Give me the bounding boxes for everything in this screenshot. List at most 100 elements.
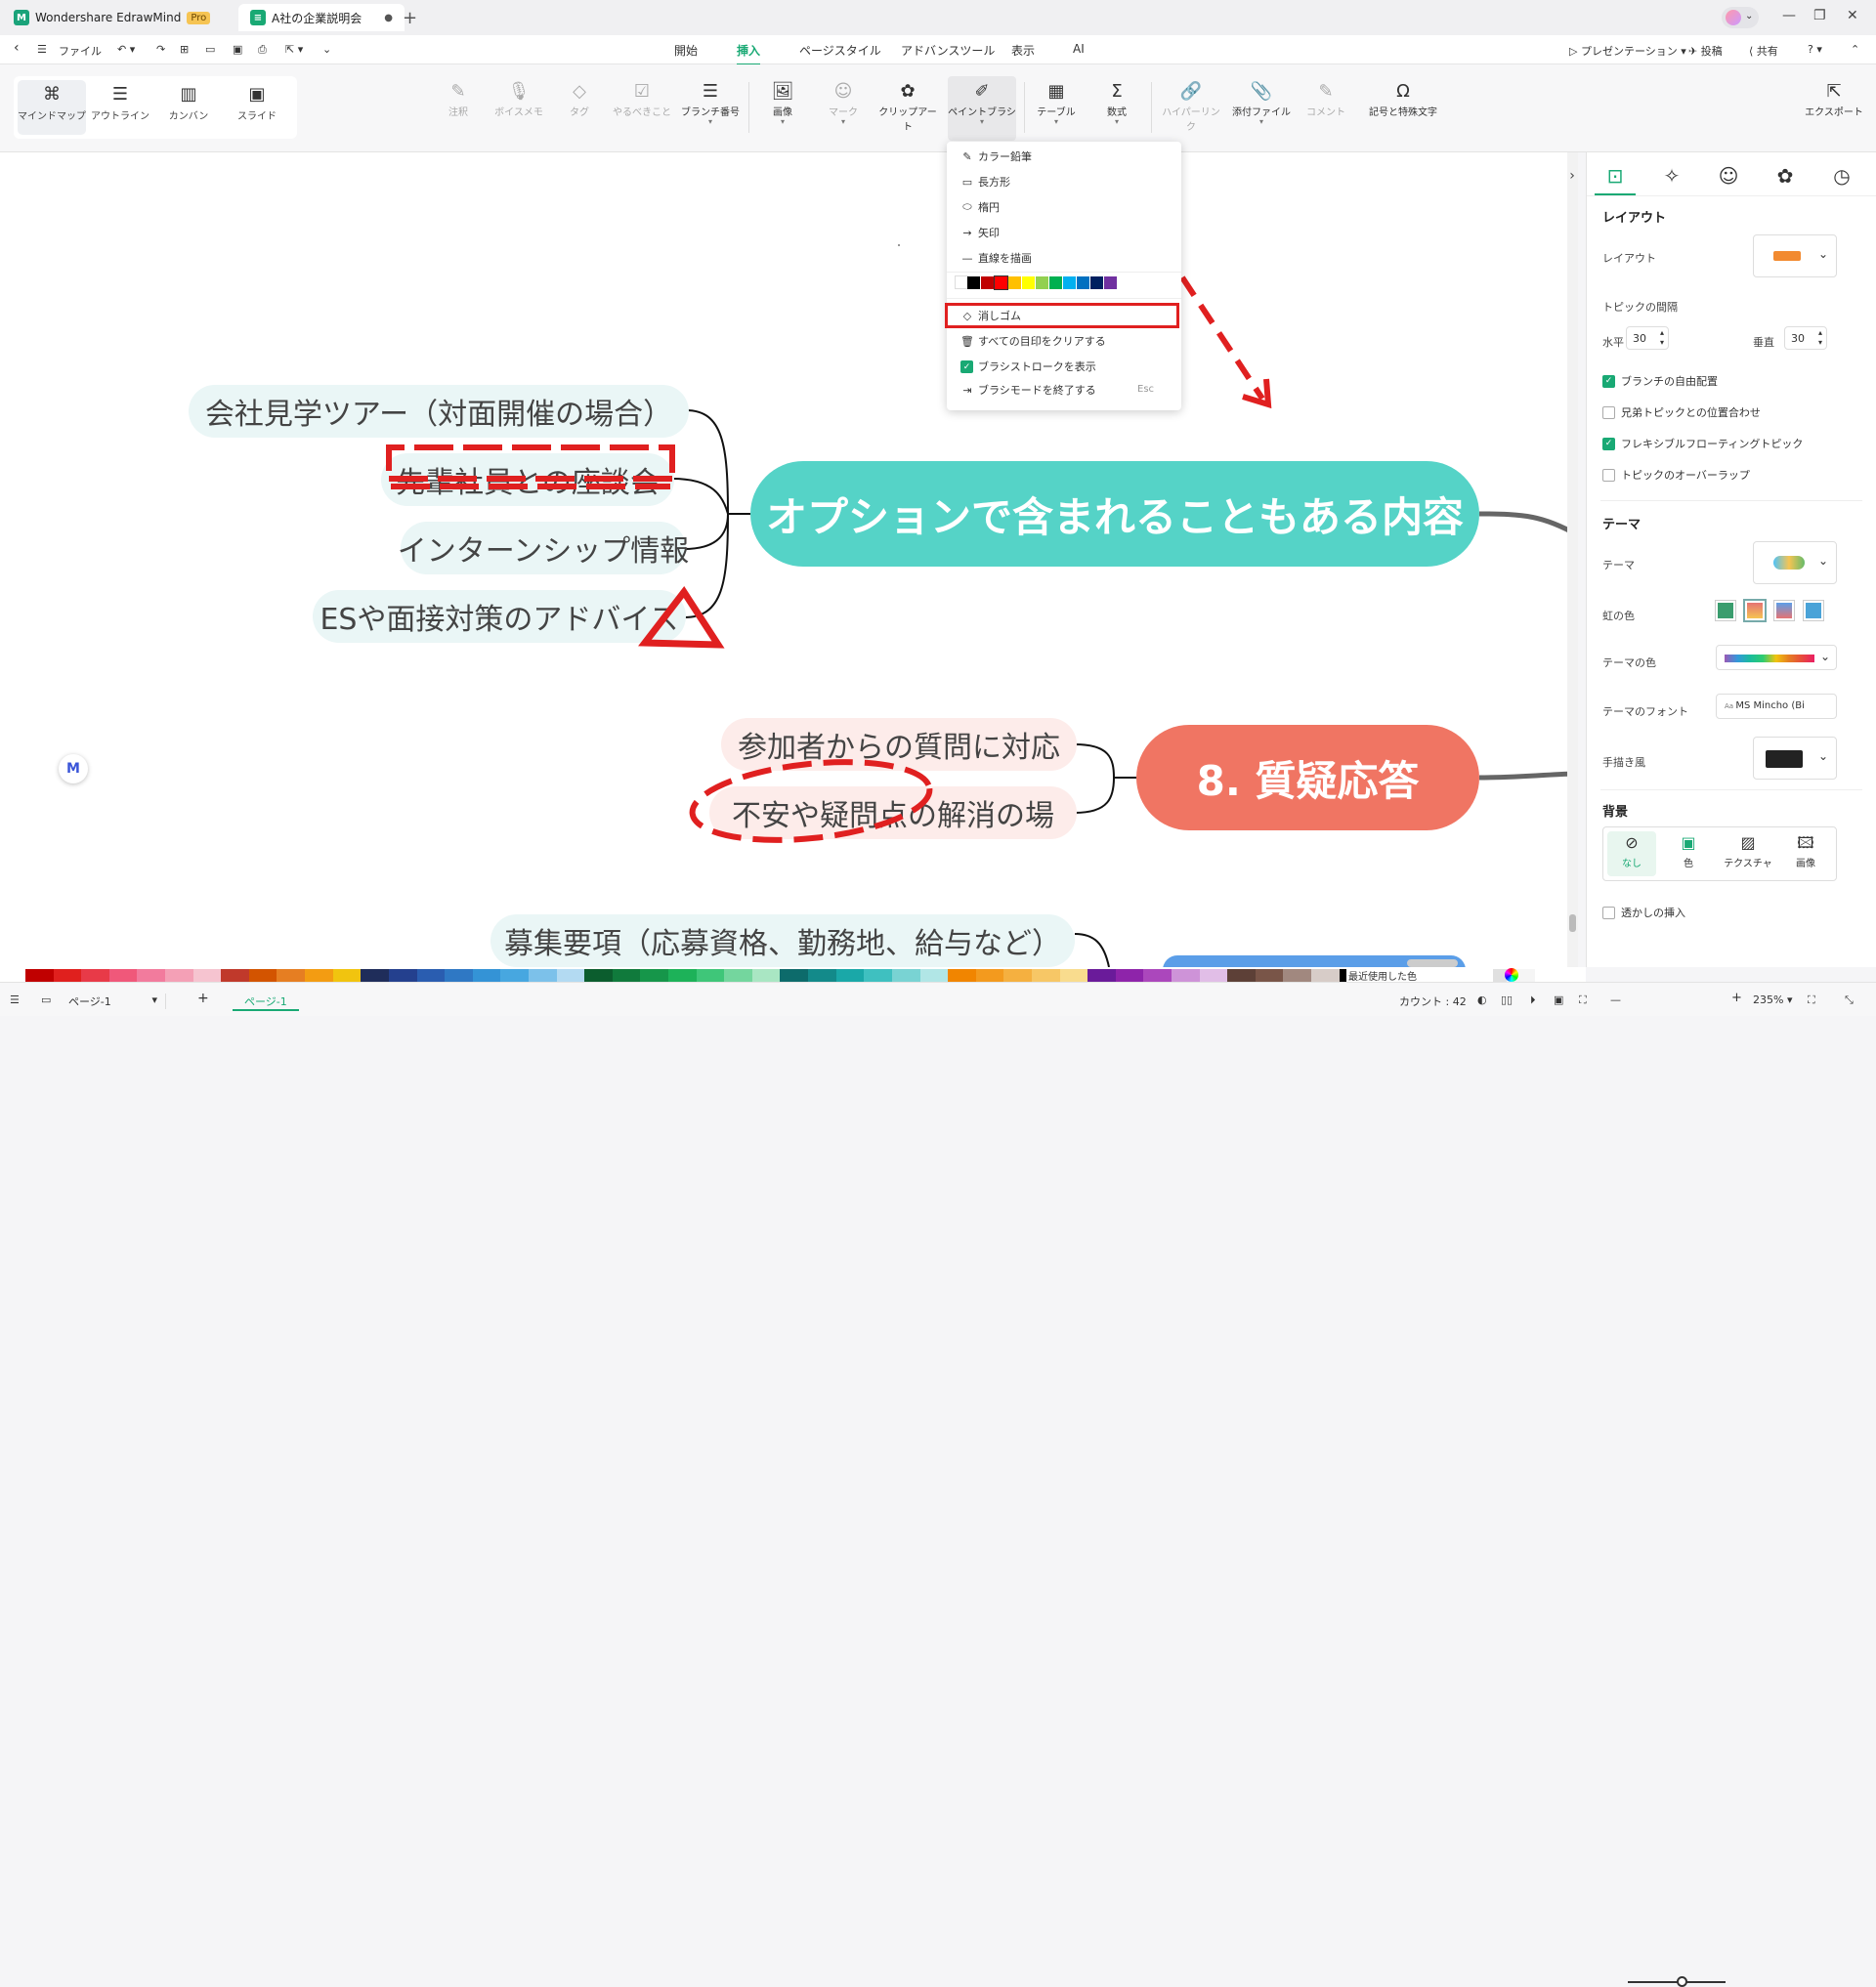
hamburger-icon[interactable]: ☰ [37,43,47,56]
menu-item-show-strokes[interactable]: ✓ ブラシストロークを表示 [960,357,1096,376]
palette-swatch[interactable] [361,969,389,982]
checkbox-watermark[interactable]: 透かしの挿入 [1602,905,1685,920]
checkbox-align-siblings[interactable]: 兄弟トピックとの位置合わせ [1602,404,1761,420]
expand-panel-chevron-icon[interactable]: › [1565,162,1579,190]
palette-swatch[interactable] [696,969,725,982]
palette-swatch[interactable] [388,969,417,982]
scrollbar-thumb[interactable] [1569,914,1576,932]
close-button[interactable]: ✕ [1847,8,1858,23]
view-outline[interactable]: ☰ アウトライン [86,80,154,135]
page-select[interactable]: ページ-1 ▾ [68,994,166,1009]
menu-item-arrow[interactable]: → 矢印 [960,223,1000,242]
palette-swatch[interactable] [584,969,613,982]
color-swatch[interactable] [967,276,980,289]
palette-swatch[interactable] [612,969,641,982]
attachment-button[interactable]: 📎 添付ファイル ▾ [1231,80,1292,126]
bg-option-none[interactable]: ⊘ なし [1607,831,1656,876]
presentation-button[interactable]: ▷ プレゼンテーション ▾ [1569,43,1686,59]
palette-swatch[interactable] [1143,969,1172,982]
view-slides[interactable]: ▣ スライド [223,80,291,135]
palette-swatch[interactable] [137,969,166,982]
tab-ai[interactable]: ✧ [1647,158,1696,193]
palette-swatch[interactable] [221,969,249,982]
back-icon[interactable]: ‹ [14,40,20,56]
theme-toggle-icon[interactable]: ◐ [1477,994,1487,1006]
palette-swatch[interactable] [416,969,446,982]
minimize-button[interactable]: — [1782,8,1796,23]
ai-assistant-icon[interactable]: M [59,754,88,783]
customize-icon[interactable]: ⌄ [322,43,331,56]
horizontal-scrollbar-thumb[interactable] [1407,959,1458,967]
palette-swatch[interactable] [1199,969,1228,982]
panel-toggle-icon[interactable]: ▭ [41,994,51,1006]
rainbow-option[interactable] [1803,600,1824,621]
color-swatch[interactable] [1090,276,1103,289]
document-tab[interactable]: ≡ A社の企業説明会 ● [238,4,405,31]
color-swatch[interactable] [981,276,994,289]
fit-window-icon[interactable]: ▣ [1554,994,1563,1006]
checkbox-topic-overlap[interactable]: トピックのオーバーラップ [1602,467,1750,483]
tab-view[interactable]: 表示 [1011,42,1035,59]
palette-swatch[interactable] [1003,969,1032,982]
palette-swatch[interactable] [1227,969,1256,982]
palette-swatch[interactable] [780,969,809,982]
palette-swatch[interactable] [1311,969,1340,982]
color-swatch[interactable] [1104,276,1117,289]
new-icon[interactable]: ⊞ [180,43,189,56]
post-button[interactable]: ✈ 投稿 [1688,43,1723,59]
palette-swatch[interactable] [472,969,501,982]
checkbox-flexible-floating[interactable]: ✓ フレキシブルフローティングトピック [1602,436,1803,451]
annotation-button[interactable]: ✎ 注釈 [428,80,489,118]
palette-swatch[interactable] [528,969,557,982]
zoom-slider-handle[interactable] [1677,1976,1687,1987]
menu-item-line[interactable]: — 直線を描画 [960,248,1033,268]
color-swatch-custom[interactable] [955,275,968,289]
palette-swatch[interactable] [305,969,333,982]
print-icon[interactable]: ⎙ [258,43,267,57]
palette-swatch[interactable] [948,969,976,982]
tab-advanced-tools[interactable]: アドバンスツール [901,42,995,59]
layout-select[interactable]: ⌄ [1753,234,1837,277]
bg-option-texture[interactable]: ▨ テクスチャ [1721,831,1775,876]
palette-swatch[interactable] [53,969,82,982]
user-avatar[interactable]: ⌄ [1722,7,1759,28]
hyperlink-button[interactable]: 🔗 ハイパーリンク [1159,80,1223,133]
page-tab-1[interactable]: ページ-1 [233,994,299,1011]
theme-color-select[interactable]: ⌄ [1716,645,1837,670]
palette-swatch[interactable] [1171,969,1200,982]
palette-swatch[interactable] [165,969,193,982]
fullscreen-fit-icon[interactable]: ⛶ [1579,994,1587,1007]
theme-font-select[interactable]: Aa MS Mincho (Bi [1716,694,1837,719]
palette-swatch[interactable] [891,969,920,982]
palette-swatch[interactable] [835,969,865,982]
add-page-button[interactable]: + [197,991,209,1006]
palette-swatch[interactable] [192,969,222,982]
undo-icon[interactable]: ↶ ▾ [117,43,135,56]
palette-swatch[interactable] [1059,969,1088,982]
collapse-ribbon-icon[interactable]: ⌃ [1851,43,1859,56]
zoom-out-button[interactable]: — [1610,994,1621,1006]
restore-button[interactable]: ❐ [1813,8,1826,23]
clipart-button[interactable]: ✿ クリップアート [877,80,938,133]
color-swatch[interactable] [1077,276,1089,289]
theme-select[interactable]: ⌄ [1753,541,1837,584]
export-quick-icon[interactable]: ⇱ ▾ [285,43,303,56]
book-icon[interactable]: ▯▯ [1501,994,1513,1006]
todo-button[interactable]: ☑ やるべきこと [612,80,672,118]
color-swatch[interactable] [1063,276,1076,289]
zoom-in-button[interactable]: + [1731,991,1742,1005]
menu-item-color-pencil[interactable]: ✎ カラー鉛筆 [960,147,1032,166]
color-swatch[interactable] [1008,276,1021,289]
color-palette[interactable] [25,969,1535,982]
palette-swatch[interactable] [919,969,949,982]
bg-option-color[interactable]: ▣ 色 [1664,831,1713,876]
tab-start[interactable]: 開始 [674,42,698,59]
share-button[interactable]: ⟨ 共有 [1749,43,1778,59]
rainbow-option[interactable] [1773,600,1795,621]
mark-button[interactable]: ☺ マーク ▾ [813,80,874,126]
horizontal-spacing-input[interactable]: 30 ▴ ▾ [1626,326,1669,350]
tab-insert[interactable]: 挿入 [737,42,761,65]
palette-swatch[interactable] [108,969,138,982]
handdrawn-select[interactable]: ⌄ [1753,737,1837,780]
spinner-icon[interactable]: ▴ ▾ [1660,328,1664,348]
